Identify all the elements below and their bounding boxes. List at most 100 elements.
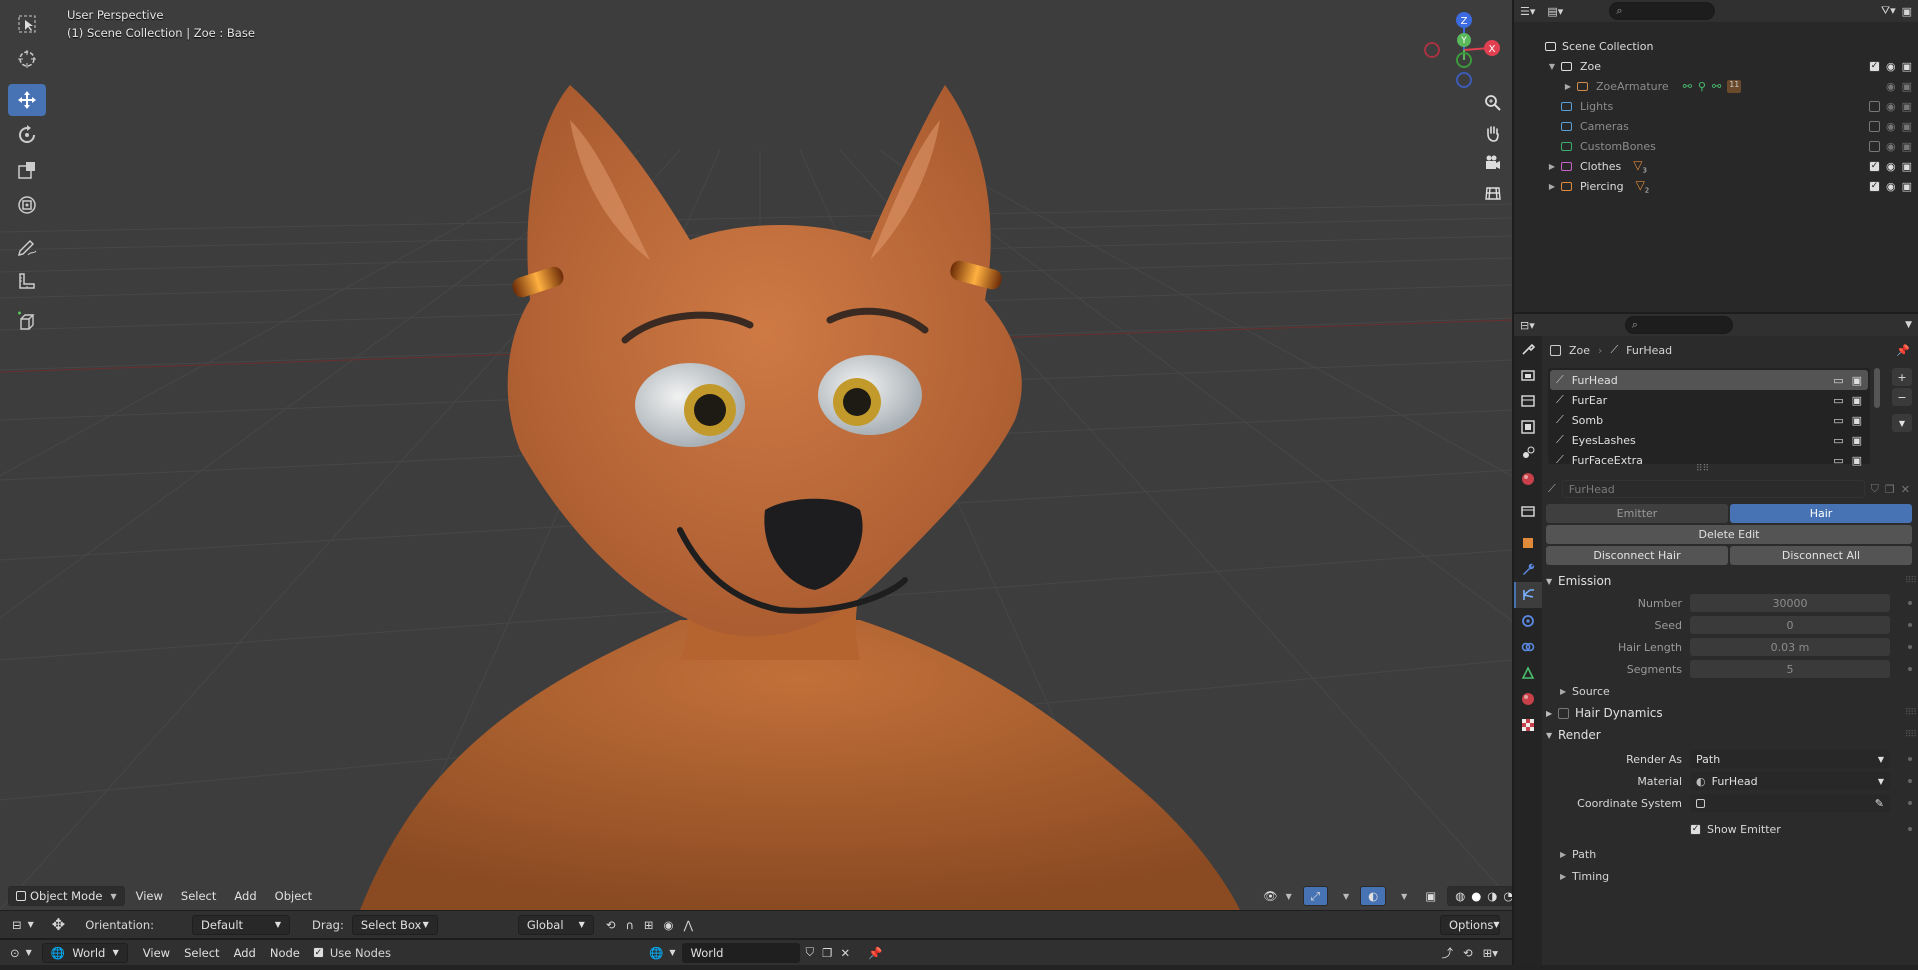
tab-physics[interactable] (1514, 608, 1542, 634)
rendered-shading-icon[interactable]: ◔ (1503, 889, 1512, 903)
type-emitter-button[interactable]: Emitter (1546, 504, 1728, 523)
render-as-dropdown[interactable]: Path ▼ (1690, 750, 1890, 768)
tab-modifiers[interactable] (1514, 556, 1542, 582)
keyframe-dot[interactable] (1908, 827, 1912, 831)
solid-shading-icon[interactable]: ● (1471, 889, 1481, 903)
particle-settings-name[interactable]: FurHead (1561, 480, 1865, 498)
display-mode-icon[interactable]: ▤▾ (1547, 5, 1563, 18)
node-menu-node[interactable]: Node (263, 943, 307, 963)
close-icon[interactable]: ✕ (1901, 483, 1910, 496)
ortho-toggle-button[interactable] (1480, 180, 1506, 206)
node-menu-add[interactable]: Add (227, 943, 263, 963)
filter-icon[interactable]: ⛛▾ (1881, 4, 1896, 18)
tab-world[interactable] (1514, 466, 1542, 492)
orientation-dropdown[interactable]: Default ▼ (192, 914, 291, 935)
add-system-button[interactable]: + (1892, 368, 1912, 386)
tab-render[interactable] (1514, 362, 1542, 388)
exclude-checkbox[interactable] (1868, 140, 1880, 152)
gizmo-dropdown[interactable]: ▼ (1332, 886, 1356, 906)
gizmo-toggle[interactable]: ⤢ (1302, 886, 1328, 906)
material-shading-icon[interactable]: ◑ (1487, 889, 1497, 903)
tab-material[interactable] (1514, 686, 1542, 712)
drag-handle-icon[interactable]: ⠿⠿ (1905, 576, 1917, 586)
camera-icon[interactable]: ▣ (1852, 434, 1862, 447)
new-collection-icon[interactable]: ▣ (1902, 5, 1912, 18)
material-dropdown[interactable]: ◐ FurHead ▼ (1690, 772, 1890, 790)
outliner-item[interactable]: Lights ◉ ▣ (1514, 96, 1918, 116)
eyedropper-icon[interactable]: ✎ (1875, 797, 1884, 810)
falloff-icon[interactable]: ⋀ (684, 918, 693, 932)
particle-system-item[interactable]: ⟋ EyesLashes ▭ ▣ (1550, 430, 1868, 450)
eye-icon[interactable]: ◉ (1886, 180, 1896, 193)
exclude-checkbox[interactable] (1868, 100, 1880, 112)
pin-icon[interactable]: 📌 (1896, 344, 1910, 357)
tab-constraints[interactable] (1514, 634, 1542, 660)
properties-search-input[interactable]: ⌕ (1624, 316, 1733, 334)
keyframe-dot[interactable] (1908, 757, 1912, 761)
snap-element-icon[interactable]: ⊞▾ (1483, 946, 1498, 960)
timing-subpanel[interactable]: ▶ Timing (1546, 865, 1918, 887)
wireframe-shading-icon[interactable]: ◍ (1455, 889, 1465, 903)
tab-data[interactable] (1514, 660, 1542, 686)
emission-field-value[interactable]: 30000 (1690, 594, 1890, 612)
particle-system-list[interactable]: ⟋ FurHead ▭ ▣ ⟋ FurEar ▭ ▣ ⟋ Somb ▭ ▣ ⟋ EyesLashes ▭ ▣ ⟋… (1548, 368, 1870, 467)
properties-editor-icon[interactable]: ⊟▾ (1520, 319, 1535, 332)
keyframe-dot[interactable] (1908, 667, 1912, 671)
eye-icon[interactable]: ◉ (1886, 140, 1896, 153)
source-subpanel[interactable]: ▶ Source (1546, 680, 1918, 702)
exclude-checkbox[interactable]: ✓ (1868, 160, 1880, 172)
emission-field-value[interactable]: 5 (1690, 660, 1890, 678)
fake-user-shield-icon[interactable]: ⛉ (1871, 482, 1879, 496)
keyframe-dot[interactable] (1908, 601, 1912, 605)
outliner-item[interactable]: Cameras ◉ ▣ (1514, 116, 1918, 136)
navigation-gizmo[interactable]: Z Y X (1418, 8, 1508, 88)
keyframe-dot[interactable] (1908, 623, 1912, 627)
eye-icon[interactable]: ◉ (1886, 80, 1896, 93)
camera-icon[interactable]: ▣ (1902, 120, 1912, 133)
scale-tool[interactable] (8, 154, 46, 186)
outliner-item[interactable]: ▶ Piercing ▽2 ✓ ◉ ▣ (1514, 176, 1918, 196)
snap-icon[interactable]: ⟲ (1463, 946, 1473, 960)
particle-system-item[interactable]: ⟋ FurEar ▭ ▣ (1550, 390, 1868, 410)
shading-mode-group[interactable]: ◍ ● ◑ ◔ (1447, 886, 1512, 906)
menu-view[interactable]: View (129, 886, 170, 906)
select-box-tool[interactable] (8, 8, 46, 40)
camera-icon[interactable]: ▣ (1852, 414, 1862, 427)
emission-section-header[interactable]: ▼ Emission ⠿⠿ (1546, 570, 1918, 592)
tab-output[interactable] (1514, 388, 1542, 414)
pivot-icon[interactable]: ⟲ (606, 918, 616, 932)
disconnect-all-button[interactable]: Disconnect All (1730, 546, 1912, 565)
measure-tool[interactable] (8, 265, 46, 297)
menu-add[interactable]: Add (227, 886, 263, 906)
zoom-button[interactable] (1480, 90, 1506, 116)
tab-view-layer[interactable] (1514, 414, 1542, 440)
rotate-tool[interactable] (8, 119, 46, 151)
world-name-field[interactable]: World (681, 942, 800, 963)
tab-scene[interactable] (1514, 440, 1542, 466)
eye-icon[interactable]: ◉ (1886, 60, 1896, 73)
outliner-item[interactable]: ▶ Clothes ▽3 ✓ ◉ ▣ (1514, 156, 1918, 176)
proportional-edit-icon[interactable]: ◉ (664, 918, 674, 932)
monitor-icon[interactable]: ▭ (1833, 374, 1843, 387)
render-section-header[interactable]: ▼ Render ⠿⠿ (1546, 724, 1918, 746)
camera-view-button[interactable] (1480, 150, 1506, 176)
keyframe-dot[interactable] (1908, 779, 1912, 783)
overlays-toggle[interactable]: ◐ (1360, 886, 1387, 906)
emission-field-value[interactable]: 0 (1690, 616, 1890, 634)
eye-icon[interactable]: ◉ (1886, 160, 1896, 173)
list-resize-handle[interactable]: ⠿⠿ (1696, 464, 1709, 474)
cursor-tool[interactable] (8, 43, 46, 75)
remove-system-button[interactable]: − (1892, 388, 1912, 406)
camera-icon[interactable]: ▣ (1902, 80, 1912, 93)
mode-dropdown[interactable]: Object Mode ▼ (8, 886, 125, 906)
close-icon[interactable]: ✕ (840, 946, 850, 960)
emission-field-value[interactable]: 0.03 m (1690, 638, 1890, 656)
list-menu-button[interactable]: ▼ (1892, 414, 1912, 432)
particle-settings-icon[interactable]: ⟋ (1548, 482, 1556, 496)
use-nodes-toggle[interactable]: ✓ Use Nodes (312, 946, 391, 960)
type-hair-button[interactable]: Hair (1730, 504, 1912, 523)
disconnect-hair-button[interactable]: Disconnect Hair (1546, 546, 1728, 565)
use-nodes-checkbox[interactable]: ✓ (312, 947, 324, 958)
camera-icon[interactable]: ▣ (1902, 140, 1912, 153)
exclude-checkbox[interactable] (1868, 120, 1880, 132)
